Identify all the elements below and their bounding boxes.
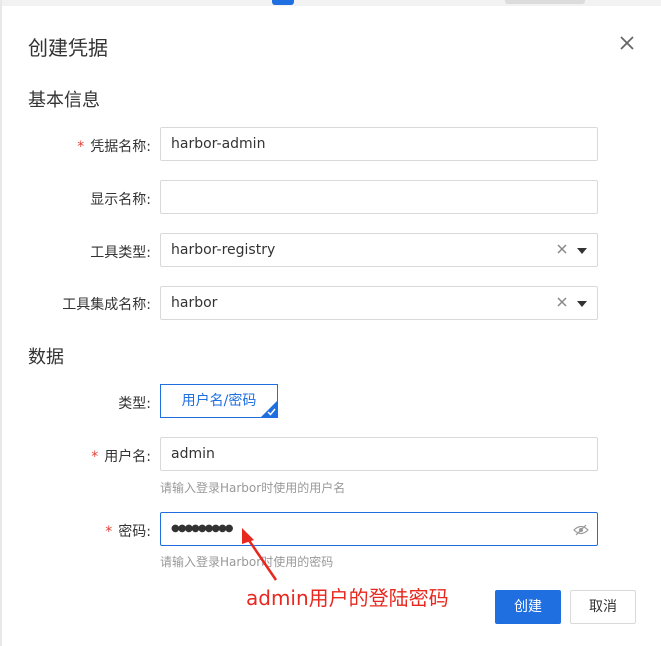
credential-name-input[interactable]: harbor-admin xyxy=(160,127,598,161)
type-label: 类型: xyxy=(118,396,151,412)
required-mark: * xyxy=(77,139,85,155)
username-hint: 请输入登录Harbor时使用的用户名 xyxy=(160,481,346,495)
type-option-username-password[interactable]: 用户名/密码 xyxy=(160,384,278,418)
username-label: * 用户名: xyxy=(91,449,151,465)
username-input[interactable]: admin xyxy=(160,437,598,471)
chevron-down-icon[interactable] xyxy=(577,248,587,254)
clear-icon[interactable] xyxy=(557,297,567,307)
password-value: ●●●●●●●●● xyxy=(171,523,234,534)
create-credential-dialog xyxy=(2,6,661,646)
tool-type-value: harbor-registry xyxy=(171,242,276,258)
required-mark: * xyxy=(91,449,99,465)
cancel-button[interactable]: 取消 xyxy=(570,590,636,624)
required-mark: * xyxy=(105,524,113,540)
password-input[interactable]: ●●●●●●●●● xyxy=(160,512,598,546)
tool-type-label: 工具类型: xyxy=(90,245,151,261)
section-data: 数据 xyxy=(28,347,64,368)
background-tab-indicator xyxy=(272,0,294,5)
display-name-label: 显示名称: xyxy=(90,192,151,208)
tool-integration-select[interactable]: harbor xyxy=(160,286,598,320)
dialog-title: 创建凭据 xyxy=(28,36,108,60)
tool-integration-value: harbor xyxy=(171,295,218,311)
credential-name-label: * 凭据名称: xyxy=(77,139,151,155)
display-name-input[interactable] xyxy=(160,180,598,214)
close-icon[interactable] xyxy=(616,32,638,54)
check-icon xyxy=(267,408,276,416)
section-basic-info: 基本信息 xyxy=(28,90,100,111)
password-label: * 密码: xyxy=(105,524,151,540)
background-control xyxy=(505,0,585,4)
create-button[interactable]: 创建 xyxy=(495,590,561,624)
eye-off-icon[interactable] xyxy=(573,524,589,536)
annotation-arrow xyxy=(242,528,278,581)
tool-integration-label: 工具集成名称: xyxy=(62,297,151,313)
chevron-down-icon[interactable] xyxy=(577,301,587,307)
type-option-label: 用户名/密码 xyxy=(181,393,257,409)
tool-type-select[interactable]: harbor-registry xyxy=(160,233,598,267)
clear-icon[interactable] xyxy=(557,244,567,254)
annotation-text: admin用户的登陆密码 xyxy=(246,586,449,610)
